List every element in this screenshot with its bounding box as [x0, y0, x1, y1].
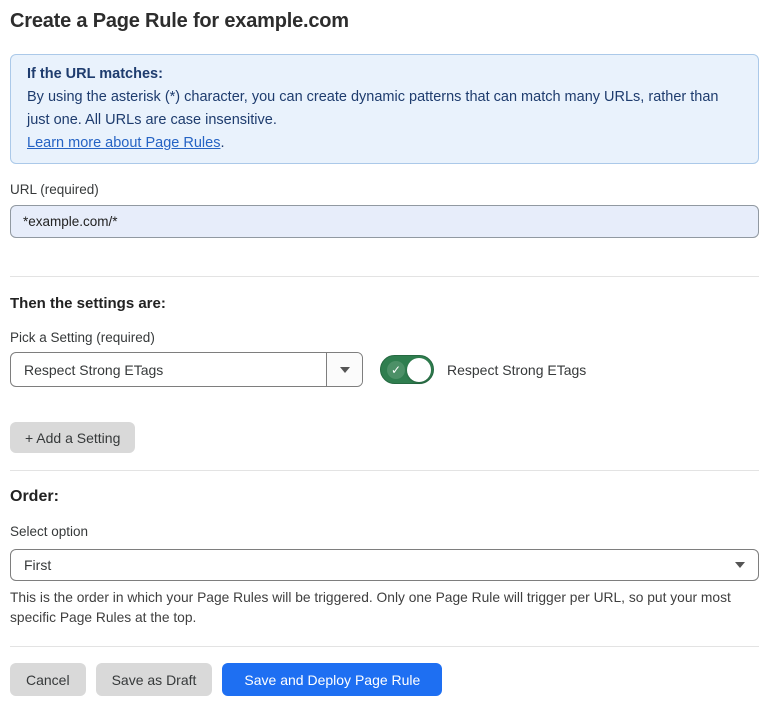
caret-down-icon — [735, 562, 745, 568]
url-field-label: URL (required) — [10, 182, 759, 197]
setting-toggle-label: Respect Strong ETags — [447, 362, 586, 378]
cancel-button[interactable]: Cancel — [10, 663, 86, 696]
add-setting-button[interactable]: + Add a Setting — [10, 422, 135, 453]
order-help-text: This is the order in which your Page Rul… — [10, 588, 759, 628]
setting-row: Respect Strong ETags ✓ Respect Strong ET… — [10, 352, 759, 387]
toggle-knob — [407, 358, 431, 382]
check-icon: ✓ — [387, 361, 405, 379]
info-box-link-line: Learn more about Page Rules. — [27, 132, 742, 155]
form-actions: Cancel Save as Draft Save and Deploy Pag… — [10, 663, 759, 696]
order-select-value: First — [24, 557, 51, 573]
caret-down-icon — [340, 367, 350, 373]
pick-setting-label: Pick a Setting (required) — [10, 330, 759, 345]
url-input[interactable] — [10, 205, 759, 238]
page-title: Create a Page Rule for example.com — [10, 10, 759, 33]
save-draft-button[interactable]: Save as Draft — [96, 663, 213, 696]
info-box-heading: If the URL matches: — [27, 63, 742, 86]
setting-select-value: Respect Strong ETags — [11, 353, 326, 386]
setting-select-caret-button[interactable] — [326, 353, 362, 386]
save-deploy-button[interactable]: Save and Deploy Page Rule — [222, 663, 442, 696]
setting-select[interactable]: Respect Strong ETags — [10, 352, 363, 387]
order-section-heading: Order: — [10, 488, 759, 506]
section-divider — [10, 276, 759, 277]
page-rule-form: Create a Page Rule for example.com If th… — [0, 10, 769, 696]
order-select[interactable]: First — [10, 549, 759, 581]
link-suffix: . — [220, 135, 224, 151]
url-match-info-box: If the URL matches: By using the asteris… — [10, 54, 759, 164]
order-select-label: Select option — [10, 524, 759, 539]
info-box-body: By using the asterisk (*) character, you… — [27, 86, 742, 132]
section-divider — [10, 470, 759, 471]
setting-toggle-switch[interactable]: ✓ — [380, 355, 434, 384]
learn-more-link[interactable]: Learn more about Page Rules — [27, 135, 220, 151]
section-divider — [10, 646, 759, 647]
settings-section-heading: Then the settings are: — [10, 295, 759, 312]
